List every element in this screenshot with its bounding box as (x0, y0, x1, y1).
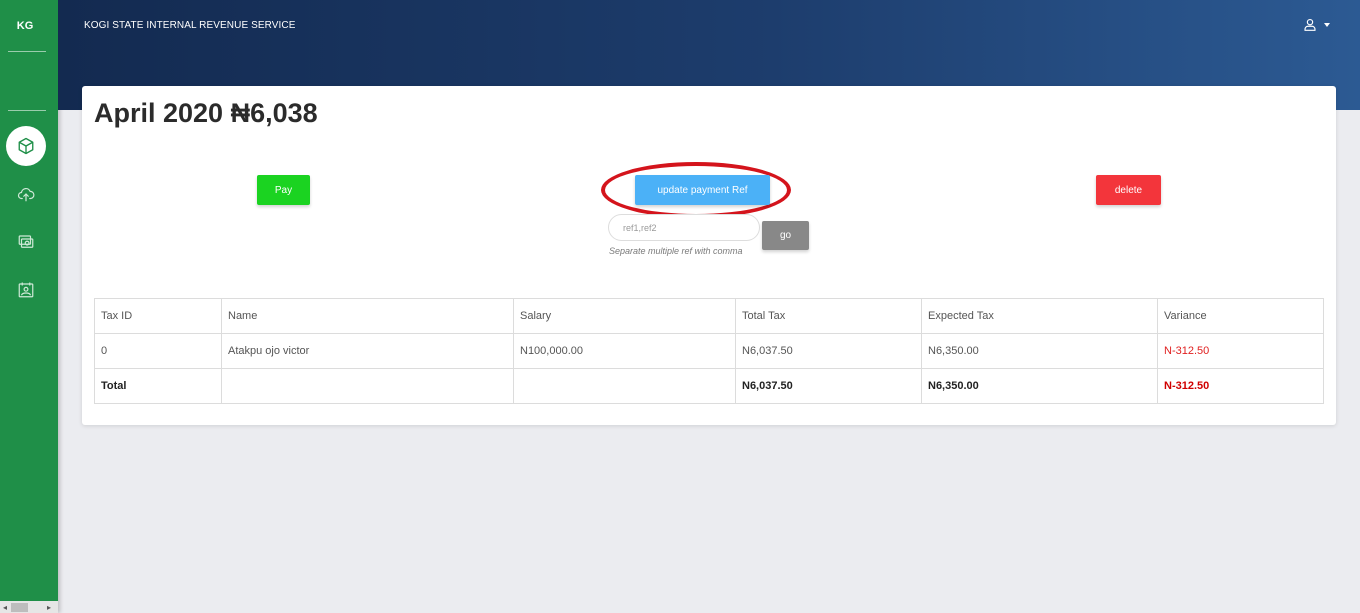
photo-icon (18, 282, 34, 298)
sidebar-divider (8, 110, 46, 111)
table-total-row: Total N6,037.50 N6,350.00 N-312.50 (94, 368, 1324, 404)
pay-button[interactable]: Pay (257, 175, 310, 205)
cloud-upload-icon (17, 187, 35, 202)
table-cell: Total (94, 368, 222, 404)
column-header: Expected Tax (921, 298, 1158, 334)
table-header-row: Tax ID Name Salary Total Tax Expected Ta… (94, 298, 1324, 334)
sidebar-item-upload[interactable] (6, 174, 46, 214)
table-row: 0 Atakpu ojo victor N100,000.00 N6,037.5… (94, 333, 1324, 369)
scrollbar-thumb[interactable] (11, 603, 28, 612)
go-button[interactable]: go (762, 221, 809, 250)
sidebar-divider (8, 51, 46, 52)
money-icon (18, 235, 34, 248)
table-cell: N6,037.50 (735, 333, 922, 369)
column-header: Name (221, 298, 514, 334)
column-header: Salary (513, 298, 736, 334)
payment-ref-input[interactable] (608, 214, 760, 241)
column-header: Total Tax (735, 298, 922, 334)
table-cell: N100,000.00 (513, 333, 736, 369)
sidebar-item-box[interactable] (6, 126, 46, 166)
table-cell (513, 368, 736, 404)
sidebar: KG ◂ ▸ (0, 0, 58, 613)
column-header: Variance (1157, 298, 1324, 334)
table-cell-variance: N-312.50 (1157, 368, 1324, 404)
ref-hint: Separate multiple ref with comma (609, 246, 743, 256)
user-menu[interactable] (1303, 17, 1330, 32)
column-header: Tax ID (94, 298, 222, 334)
page-title: April 2020 ₦6,038 (94, 98, 318, 128)
table-cell (221, 368, 514, 404)
box-icon (18, 137, 34, 155)
chevron-down-icon (1324, 22, 1330, 27)
table-cell: N6,037.50 (735, 368, 922, 404)
horizontal-scrollbar[interactable]: ◂ ▸ (0, 601, 58, 613)
sidebar-item-money[interactable] (6, 222, 46, 262)
table-cell: 0 (94, 333, 222, 369)
sidebar-brand[interactable]: KG (0, 20, 50, 32)
delete-button[interactable]: delete (1096, 175, 1161, 205)
tax-table: Tax ID Name Salary Total Tax Expected Ta… (94, 298, 1324, 404)
scroll-left-icon[interactable]: ◂ (3, 603, 7, 612)
table-cell: N6,350.00 (921, 333, 1158, 369)
app-title: KOGI STATE INTERNAL REVENUE SERVICE (84, 20, 296, 31)
sidebar-item-photo[interactable] (6, 270, 46, 310)
user-icon (1304, 18, 1316, 31)
main-card: April 2020 ₦6,038 Pay update payment Ref… (82, 86, 1336, 425)
update-payment-ref-button[interactable]: update payment Ref (635, 175, 770, 205)
table-cell: Atakpu ojo victor (221, 333, 514, 369)
table-cell-variance: N-312.50 (1157, 333, 1324, 369)
scroll-right-icon[interactable]: ▸ (47, 603, 51, 612)
table-cell: N6,350.00 (921, 368, 1158, 404)
